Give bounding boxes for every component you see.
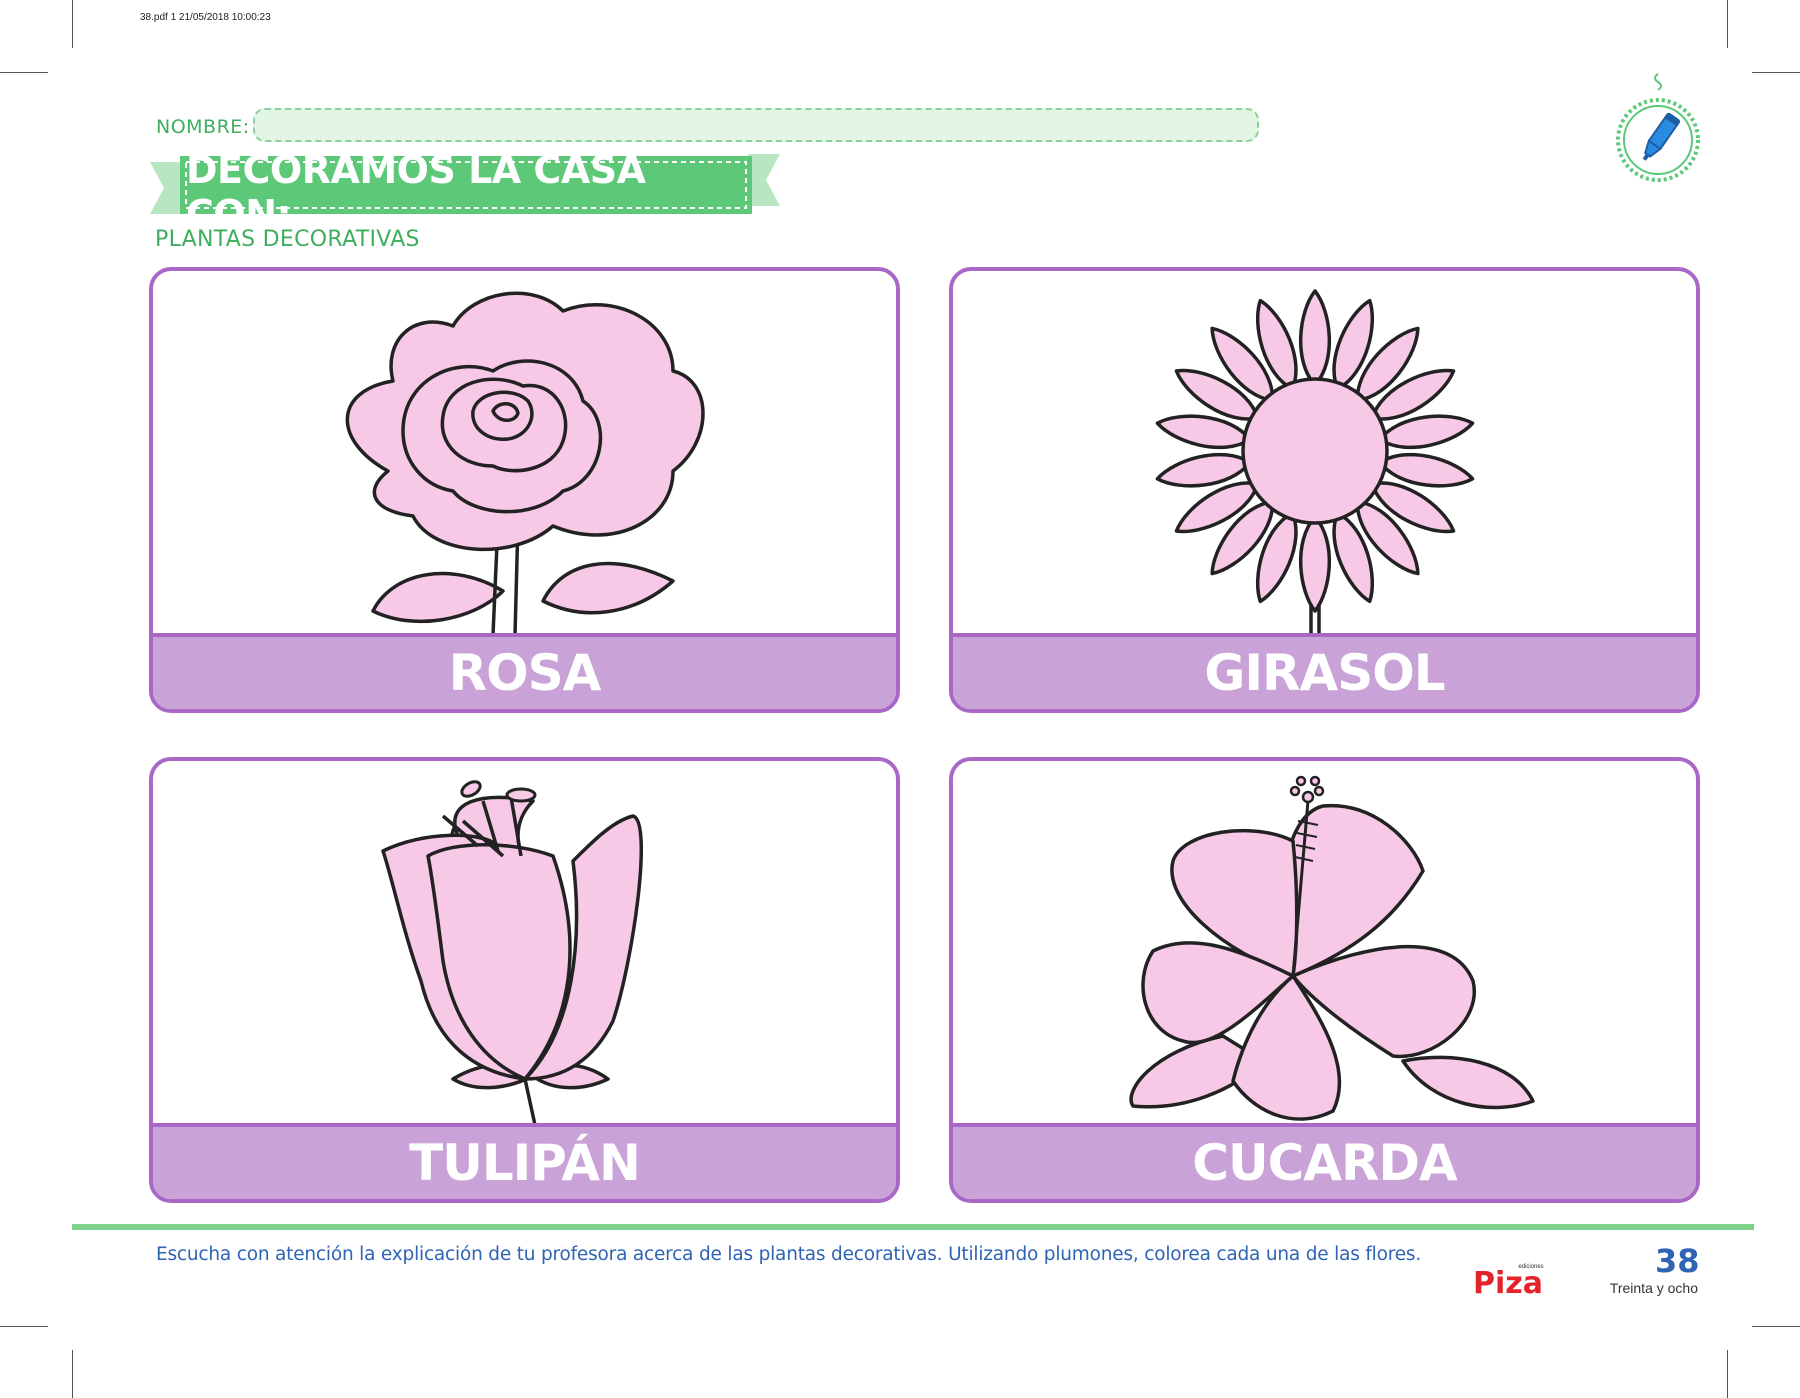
crop-mark [1727,1350,1728,1398]
crop-mark [0,1326,48,1327]
page-subtitle: PLANTAS DECORATIVAS [155,227,420,252]
flower-label: CUCARDA [953,1123,1696,1199]
flower-label: GIRASOL [953,633,1696,709]
name-field[interactable] [253,108,1259,142]
crop-mark [0,72,48,73]
pdf-file-info: 38.pdf 1 21/05/2018 10:00:23 [140,12,271,23]
marker-pen-icon [1616,73,1700,182]
crop-mark [72,0,73,48]
crop-mark [1752,72,1800,73]
publisher-logo: ediciones Piza [1473,1264,1544,1296]
flower-card-cucarda: CUCARDA [949,757,1700,1203]
publisher-name: Piza [1473,1266,1543,1296]
page-number: 38 [1655,1242,1700,1280]
crop-mark [72,1350,73,1398]
page-number-words: Treinta y ocho [1609,1280,1698,1296]
sunflower-icon [1155,289,1475,635]
flower-card-girasol: GIRASOL [949,267,1700,713]
tulip-icon [381,780,644,1125]
footer-divider [72,1224,1754,1230]
flower-label: ROSA [153,633,896,709]
sunflower-petal [1298,515,1332,613]
name-label: NOMBRE: [156,116,250,138]
crop-mark [1752,1326,1800,1327]
rose-icon [345,291,705,635]
instruction-text: Escucha con atención la explicación de t… [156,1244,1422,1265]
flower-label: TULIPÁN [153,1123,896,1199]
flower-card-rosa: ROSA [149,267,900,713]
flower-card-tulipan: TULIPÁN [149,757,900,1203]
sunflower-petal [1298,289,1332,387]
crop-mark [1727,0,1728,48]
page-title: DECORAMOS LA CASA CON: [186,148,646,236]
hibiscus-icon [1129,775,1535,1121]
